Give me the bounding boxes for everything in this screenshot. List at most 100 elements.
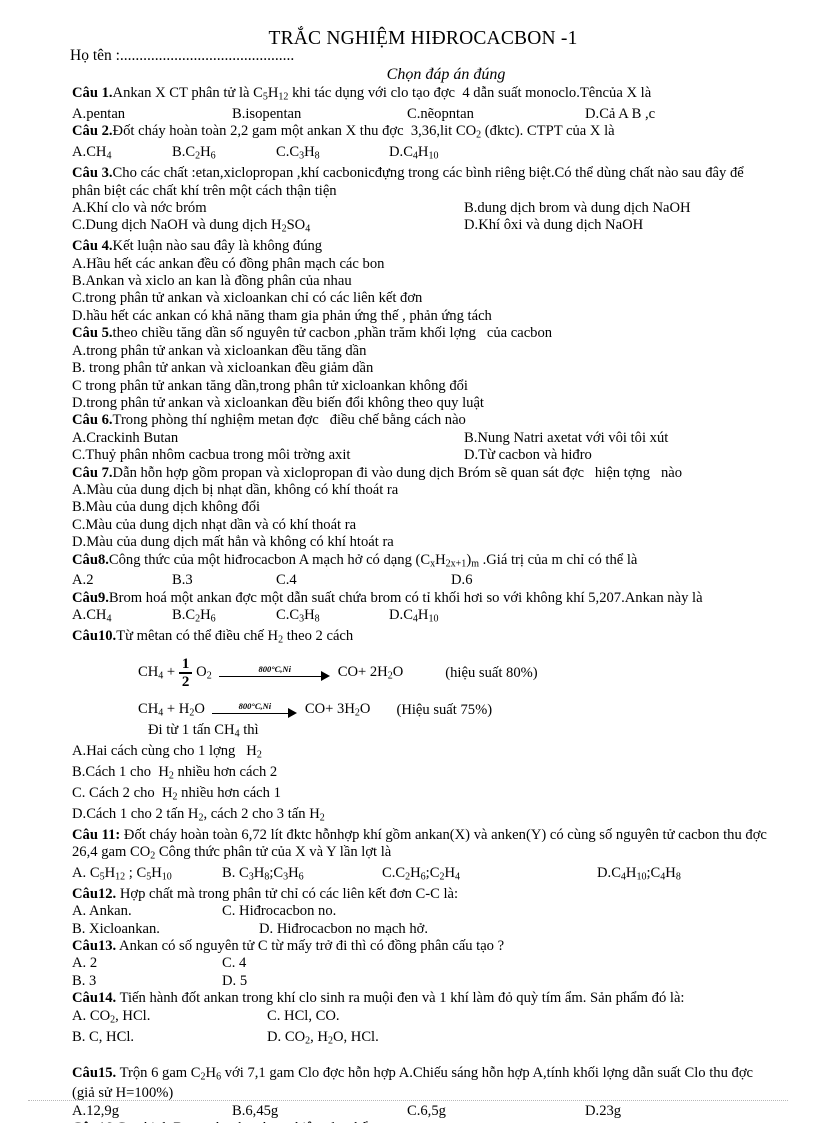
question-13-options-row1: A. 2 C. 4	[72, 955, 772, 972]
option-c[interactable]: C.C3H8	[276, 144, 389, 165]
question-4-number: Câu 4.	[72, 238, 113, 255]
option-b[interactable]: B.dung dịch brom và dung dịch NaOH	[464, 200, 691, 217]
question-6-number: Câu 6.	[72, 412, 113, 429]
question-12-options-row1: A. Ankan. C. Hiđrocacbon no.	[72, 903, 772, 920]
option-d[interactable]: D.Từ cacbon và hiđro	[464, 447, 592, 464]
option-a[interactable]: A. CO2, HCl.	[72, 1008, 267, 1029]
option-b[interactable]: B.C2H6	[172, 144, 276, 165]
question-15-number: Câu15.	[72, 1064, 117, 1081]
question-6-text: Trong phòng thí nghiệm metan đợc điều ch…	[112, 412, 466, 429]
question-7-option-c[interactable]: C.Màu của dung dịch nhạt dần và có khí t…	[72, 517, 772, 534]
question-5-stem: Câu 5.theo chiều tăng dần số nguyên tử c…	[72, 325, 772, 342]
question-7-option-a[interactable]: A.Màu của dung dịch bị nhạt dần, không c…	[72, 482, 772, 499]
option-a[interactable]: A. 2	[72, 955, 222, 972]
question-10-option-b[interactable]: B.Cách 1 cho H2 nhiều hơn cách 2	[72, 764, 772, 785]
question-4-option-d[interactable]: D.hầu hết các ankan có khả năng tham gia…	[72, 308, 772, 325]
option-c[interactable]: C.6,5g	[407, 1103, 585, 1120]
option-d[interactable]: D.6	[451, 572, 473, 589]
name-field-label: Họ tên :................................…	[70, 47, 295, 64]
option-c[interactable]: C.C3H8	[276, 607, 389, 628]
name-field-line: Họ tên :................................…	[60, 47, 772, 67]
option-c[interactable]: C.4	[276, 572, 451, 589]
option-c[interactable]: C.nẽopntan	[407, 106, 585, 123]
question-10-text: Từ mêtan có thể điều chế H2 theo 2 cách	[116, 628, 354, 646]
question-7-option-b[interactable]: B.Màu của dung dịch không đổi	[72, 499, 772, 516]
option-c[interactable]: C.C2H6;C2H4	[382, 865, 597, 886]
option-d[interactable]: D.C4H10	[389, 607, 438, 628]
arrow-shaft	[218, 675, 323, 678]
question-1-options: A.pentan B.isopentan C.nẽopntan D.Cả A B…	[72, 106, 772, 123]
question-9-number: Câu9.	[72, 589, 109, 606]
option-a[interactable]: A.12,9g	[72, 1103, 232, 1120]
question-4-option-b[interactable]: B.Ankan và xiclo an kan là đồng phân của…	[72, 273, 772, 290]
question-10-option-d[interactable]: D.Cách 1 cho 2 tấn H2, cách 2 cho 3 tấn …	[72, 806, 772, 827]
equation-2-reactants: CH4 + H2O	[138, 701, 205, 719]
question-15-stem: Câu15. Trộn 6 gam C2H6 với 7,1 gam Clo đ…	[72, 1065, 777, 1103]
arrow-head	[287, 707, 297, 718]
option-b[interactable]: B.C2H6	[172, 607, 276, 628]
option-b[interactable]: B. Xicloankan.	[72, 921, 259, 938]
option-d[interactable]: D.C4H10	[389, 144, 438, 165]
question-10-option-a[interactable]: A.Hai cách cùng cho 1 lợng H2	[72, 743, 772, 764]
question-3-stem: Câu 3.Cho các chất :etan,xiclopropan ,kh…	[72, 165, 772, 200]
option-b[interactable]: B.isopentan	[232, 106, 407, 123]
option-b[interactable]: B.6,45g	[232, 1103, 407, 1120]
question-7-option-d[interactable]: D.Màu của dung dịch mất hẳn và không có …	[72, 534, 772, 551]
question-4-option-c[interactable]: C.trong phân tử ankan và xicloankan chỉ …	[72, 290, 772, 307]
option-a[interactable]: A.CH4	[72, 144, 172, 165]
option-c[interactable]: C. HCl, CO.	[267, 1008, 340, 1029]
option-a[interactable]: A.Crackinh Butan	[72, 430, 464, 447]
option-b[interactable]: B. C, HCl.	[72, 1029, 267, 1050]
option-d[interactable]: D.23g	[585, 1103, 621, 1120]
option-a[interactable]: A. Ankan.	[72, 903, 222, 920]
option-d[interactable]: D. CO2, H2O, HCl.	[267, 1029, 379, 1050]
question-6-options-row2: C.Thuỷ phân nhôm cacbua trong môi trờng …	[72, 447, 772, 464]
option-d[interactable]: D.Cả A B ,c	[585, 106, 655, 123]
option-b[interactable]: B.3	[172, 572, 276, 589]
option-b[interactable]: B. 3	[72, 973, 222, 990]
question-13-options-row2: B. 3 D. 5	[72, 973, 772, 990]
option-d[interactable]: D.C4H10;C4H8	[597, 865, 681, 886]
option-c[interactable]: C.Dung dịch NaOH và dung dịch H2SO4	[72, 217, 464, 238]
question-1-stem: Câu 1.Ankan X CT phân tử là C5H12 khi tá…	[72, 85, 772, 106]
option-b[interactable]: B. C3H8;C3H6	[222, 865, 382, 886]
reaction-arrow-icon: 800°C,Ni	[211, 699, 298, 721]
question-5-number: Câu 5.	[72, 325, 113, 342]
question-5-option-b[interactable]: B. trong phân tử ankan và xicloankan đều…	[72, 360, 772, 377]
question-4-option-a[interactable]: A.Hầu hết các ankan đều có đồng phân mạc…	[72, 256, 772, 273]
option-d[interactable]: D. 5	[222, 973, 247, 990]
question-5-option-a[interactable]: A.trong phân tử ankan và xicloankan đều …	[72, 343, 772, 360]
question-2-stem: Câu 2.Đốt cháy hoàn toàn 2,2 gam một ank…	[72, 123, 772, 144]
question-13-text: Ankan có số nguyên tử C từ mấy trở đi th…	[116, 938, 505, 955]
question-7-text: Dẫn hỗn hợp gồm propan và xiclopropan đi…	[112, 464, 683, 481]
question-8-stem: Câu8.Công thức của một hiđrocacbon A mạc…	[72, 552, 772, 573]
question-4-stem: Câu 4.Kết luận nào sau đây là không đúng	[72, 238, 772, 255]
option-c[interactable]: C. 4	[222, 955, 246, 972]
question-14-number: Câu14.	[72, 990, 117, 1007]
question-8-text: Công thức của một hiđrocacbon A mạch hở …	[108, 551, 638, 570]
question-5-option-d[interactable]: D.trong phân tử ankan và xicloankan đều …	[72, 395, 772, 412]
option-c[interactable]: C.Thuỷ phân nhôm cacbua trong môi trờng …	[72, 447, 464, 464]
option-c[interactable]: C. Hiđrocacbon no.	[222, 903, 336, 920]
option-a[interactable]: A.2	[72, 572, 172, 589]
question-10-option-c[interactable]: C. Cách 2 cho H2 nhiều hơn cách 1	[72, 785, 772, 806]
reaction-arrow-icon: 800°C,Ni	[218, 662, 331, 684]
question-15-text: Trộn 6 gam C2H6 với 7,1 gam Clo đợc hỗn …	[72, 1064, 754, 1102]
arrow-head	[320, 670, 330, 681]
option-a[interactable]: A. C5H12 ; C5H10	[72, 865, 222, 886]
option-a[interactable]: A.pentan	[72, 106, 232, 123]
question-14-text: Tiến hành đốt ankan trong khí clo sinh r…	[116, 990, 685, 1007]
question-7-number: Câu 7.	[72, 464, 113, 481]
question-5-option-c[interactable]: C trong phân tử ankan tăng dần,trong phâ…	[72, 378, 772, 395]
equation-tail-text: Đi từ 1 tấn CH4 thì	[148, 722, 259, 740]
question-3-text: Cho các chất :etan,xiclopropan ,khí cacb…	[72, 165, 744, 199]
question-3-number: Câu 3.	[72, 165, 113, 182]
option-b[interactable]: B.Nung Natri axetat với vôi tôi xút	[464, 430, 668, 447]
question-14-options-row1: A. CO2, HCl. C. HCl, CO.	[72, 1008, 772, 1029]
option-a[interactable]: A.Khí clo và nớc bróm	[72, 200, 464, 217]
document-page: TRẮC NGHIỆM HIĐROCACBON -1 Họ tên :.....…	[0, 0, 816, 1123]
option-a[interactable]: A.CH4	[72, 607, 172, 628]
option-d[interactable]: D. Hiđrocacbon no mạch hở.	[259, 921, 428, 938]
option-d[interactable]: D.Khí ôxi và dung dịch NaOH	[464, 217, 643, 238]
